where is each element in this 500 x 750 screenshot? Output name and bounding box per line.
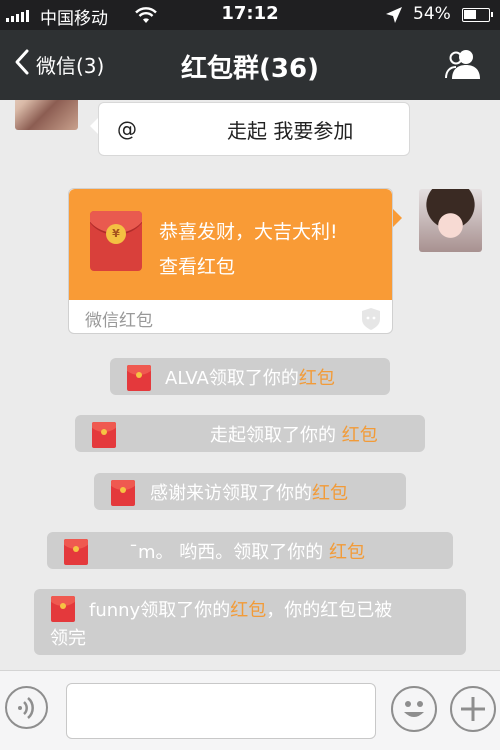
red-envelope-icon bbox=[64, 539, 88, 565]
message-text: 走起 我要参加 bbox=[227, 119, 354, 143]
battery-percent: 54% bbox=[413, 4, 451, 24]
red-envelope-icon bbox=[51, 596, 75, 622]
red-envelope-icon bbox=[127, 365, 151, 391]
claim-notice: ¯m。 哟西。领取了你的 红包 bbox=[47, 532, 453, 569]
claim-notice: funny领取了你的红包，你的红包已被 领完 bbox=[34, 589, 466, 655]
red-packet-link[interactable]: 红包 bbox=[299, 368, 335, 389]
chat-area[interactable]: @ 走起 我要参加 ¥ 恭喜发财，大吉大利! 查看红包 微信红包 ALVA领取了… bbox=[0, 100, 500, 670]
battery-icon bbox=[462, 8, 493, 22]
nav-bar: 微信(3) 红包群(36) bbox=[0, 30, 500, 100]
my-avatar[interactable] bbox=[419, 189, 482, 252]
claim-notice: ALVA领取了你的红包 bbox=[110, 358, 390, 395]
input-bar bbox=[0, 670, 500, 750]
red-packet-link[interactable]: 红包 bbox=[342, 425, 378, 446]
red-packet-link[interactable]: 红包 bbox=[329, 542, 365, 563]
status-bar: 中国移动 17:12 54% bbox=[0, 0, 500, 30]
sender-avatar[interactable] bbox=[15, 100, 78, 130]
red-envelope-icon bbox=[92, 422, 116, 448]
claim-notice: 走起领取了你的 红包 bbox=[75, 415, 425, 452]
red-packet-view-label: 查看红包 bbox=[159, 256, 236, 278]
location-arrow-icon bbox=[385, 6, 403, 29]
red-packet-link[interactable]: 红包 bbox=[230, 600, 266, 621]
claim-notice: 感谢来访领取了你的红包 bbox=[94, 473, 406, 510]
red-packet-greeting: 恭喜发财，大吉大利! bbox=[159, 221, 338, 243]
plus-icon[interactable] bbox=[450, 686, 496, 732]
shield-icon bbox=[360, 307, 382, 335]
text-message-bubble[interactable]: @ 走起 我要参加 bbox=[90, 102, 410, 156]
voice-icon[interactable] bbox=[5, 686, 48, 729]
red-packet-footer: 微信红包 bbox=[85, 311, 153, 331]
red-packet-link[interactable]: 红包 bbox=[312, 483, 348, 504]
mention-text: @ bbox=[117, 117, 137, 141]
red-envelope-icon bbox=[111, 480, 135, 506]
red-packet-message[interactable]: ¥ 恭喜发财，大吉大利! 查看红包 微信红包 bbox=[68, 188, 402, 335]
chat-title: 红包群(36) bbox=[181, 54, 319, 84]
emoji-icon[interactable] bbox=[391, 686, 437, 732]
group-members-icon[interactable] bbox=[444, 48, 482, 84]
message-input[interactable] bbox=[66, 683, 376, 739]
red-envelope-icon: ¥ bbox=[90, 211, 142, 271]
